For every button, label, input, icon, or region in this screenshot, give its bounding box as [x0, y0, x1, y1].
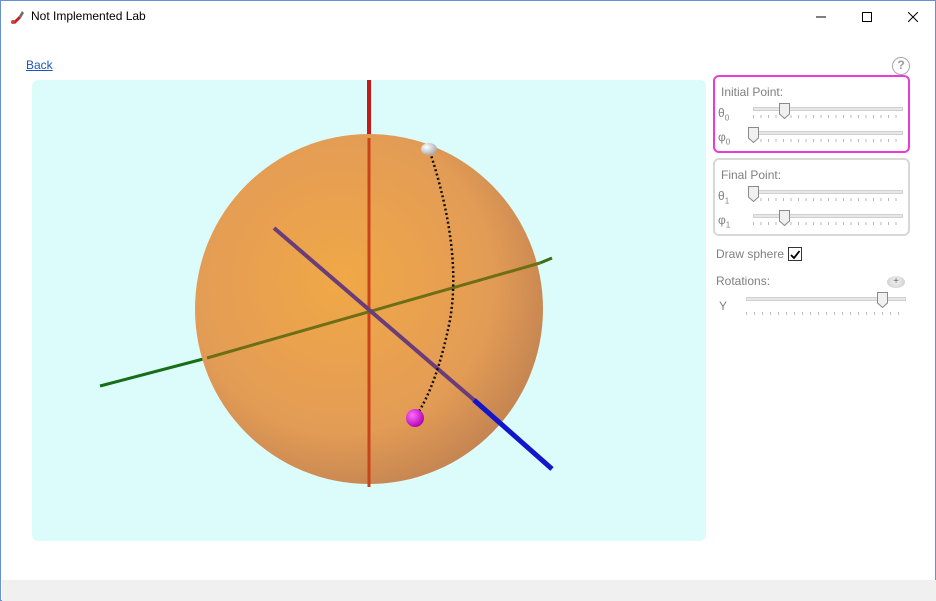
final-point-panel: Final Point: θ1 φ1	[713, 158, 910, 236]
app-window: Not Implemented Lab Back ? Initial Point…	[0, 0, 936, 601]
rotation-y-label: Y	[719, 299, 728, 313]
sphere-viewport[interactable]	[32, 80, 706, 541]
phi0-label: φ0	[718, 130, 731, 147]
draw-sphere-checkbox[interactable]	[788, 247, 802, 261]
pen-dropper-icon	[11, 11, 24, 24]
rotation-y-slider-thumb[interactable]	[877, 292, 888, 308]
phi1-label: φ1	[718, 213, 731, 230]
phi0-slider-thumb[interactable]	[748, 127, 759, 143]
maximize-icon	[862, 11, 872, 22]
theta1-label: θ1	[718, 189, 730, 206]
initial-point-marker[interactable]	[421, 143, 437, 155]
close-icon	[908, 11, 918, 22]
theta0-slider-thumb[interactable]	[779, 103, 790, 119]
help-icon[interactable]: ?	[892, 57, 910, 75]
minimize-icon	[816, 16, 826, 17]
scene-canvas	[99, 80, 554, 487]
theta1-slider[interactable]	[748, 186, 903, 202]
theta0-slider[interactable]	[753, 103, 903, 119]
back-link[interactable]: Back	[26, 58, 53, 72]
maximize-button[interactable]	[844, 1, 890, 32]
theta1-slider-thumb[interactable]	[748, 186, 759, 202]
phi1-slider[interactable]	[753, 210, 903, 226]
phi1-slider-thumb[interactable]	[779, 210, 790, 226]
initial-point-title: Initial Point:	[721, 85, 784, 99]
final-point-marker[interactable]	[406, 409, 424, 427]
y-axis-left	[99, 356, 208, 388]
theta0-label: θ0	[718, 106, 730, 123]
rotations-label: Rotations:	[716, 274, 771, 288]
draw-sphere-label: Draw sphere	[716, 247, 785, 261]
minimize-button[interactable]	[798, 1, 844, 32]
rotation-y-slider[interactable]	[746, 292, 906, 317]
initial-point-panel: Initial Point: θ0 φ0	[713, 75, 910, 153]
checkmark-icon	[790, 250, 801, 260]
close-button[interactable]	[890, 1, 936, 32]
add-rotation-button[interactable]: +	[887, 276, 905, 288]
title-bar: Not Implemented Lab	[1, 1, 935, 32]
phi0-slider[interactable]	[748, 127, 903, 143]
window-title: Not Implemented Lab	[31, 9, 146, 23]
y-axis-right	[539, 256, 553, 265]
status-bar	[2, 580, 936, 601]
final-point-title: Final Point:	[721, 168, 782, 182]
